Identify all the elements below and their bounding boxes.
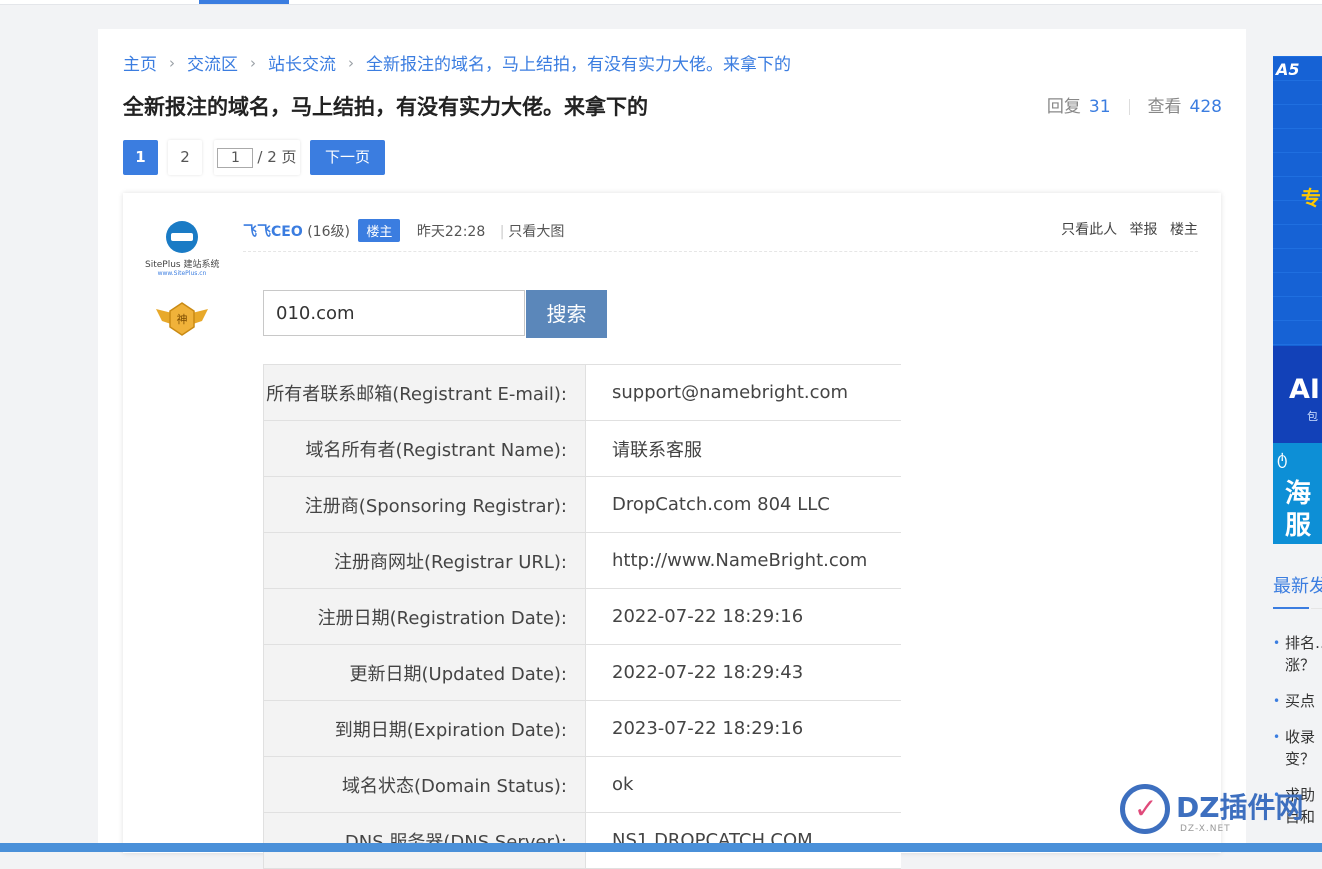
logo-sub: www.SitePlus.cn	[157, 270, 207, 277]
whois-key: 注册商(Sponsoring Registrar):	[263, 476, 586, 533]
list-item-line: 排名…	[1285, 634, 1322, 652]
page-2-button[interactable]: 2	[168, 140, 202, 175]
chevron-right-icon: ›	[169, 53, 175, 72]
list-item-line: 买点	[1285, 692, 1316, 710]
view-count: 428	[1189, 97, 1222, 117]
report-link[interactable]: 举报	[1130, 222, 1158, 238]
list-item[interactable]: 收录变？	[1273, 726, 1322, 770]
page-1-button[interactable]: 1	[123, 140, 158, 175]
watermark-text: DZ插件网	[1176, 791, 1304, 824]
ad1-text: 专	[1301, 186, 1321, 210]
next-page-button[interactable]: 下一页	[310, 140, 385, 175]
breadcrumb: 主页 › 交流区 › 站长交流 › 全新报注的域名，马上结拍，有没有实力大佬。来拿下的	[123, 50, 791, 76]
thread-title: 全新报注的域名，马上结拍，有没有实力大佬。来拿下的	[123, 95, 648, 119]
ad2-text: AI	[1289, 374, 1320, 405]
title-underline	[1273, 607, 1309, 609]
reply-label: 回复	[1046, 97, 1081, 117]
whois-row: 更新日期(Updated Date): 2022-07-22 18:29:43	[263, 644, 901, 701]
watermark: ✓ DZ插件网 DZ-X.NET	[1120, 784, 1320, 844]
only-this-user-link[interactable]: 只看此人	[1061, 222, 1117, 238]
medal-badge-icon: 神	[156, 302, 208, 336]
author-name[interactable]: 飞飞CEO	[243, 224, 303, 240]
title-rule	[1311, 608, 1322, 609]
divider: |	[499, 224, 505, 240]
check-icon: ✓	[1134, 792, 1158, 825]
post-header: 飞飞CEO (16级) 楼主 昨天22:28 | 只看大图 只看此人 举报 楼主	[243, 219, 1198, 252]
active-nav-indicator	[199, 0, 289, 4]
whois-key: 注册商网址(Registrar URL):	[263, 532, 586, 589]
whois-value: http://www.NameBright.com	[585, 532, 901, 589]
breadcrumb-forum[interactable]: 站长交流	[268, 55, 336, 75]
whois-row: 注册日期(Registration Date): 2022-07-22 18:29…	[263, 588, 901, 645]
view-label: 查看	[1147, 97, 1182, 117]
list-item-line: 收录	[1285, 728, 1316, 746]
avatar[interactable]: SitePlus 建站系统 www.SitePlus.cn	[145, 221, 219, 283]
latest-posts-title: 最新发	[1273, 576, 1322, 597]
ad2-sub: 包	[1307, 410, 1318, 423]
list-item-line: 涨？	[1285, 656, 1316, 674]
siteplus-logo-icon	[166, 221, 198, 253]
whois-row: DNS 服务器(DNS Server): NS1.DROPCATCH.COM	[263, 812, 901, 869]
whois-key: DNS 服务器(DNS Server):	[263, 812, 586, 869]
post: SitePlus 建站系统 www.SitePlus.cn 神 飞飞CEO (1…	[123, 193, 1221, 869]
whois-row: 注册商(Sponsoring Registrar): DropCatch.com …	[263, 476, 901, 533]
page-jump: 1/ 2 页	[214, 140, 300, 175]
op-badge: 楼主	[358, 219, 401, 242]
whois-key: 所有者联系邮箱(Registrant E-mail):	[263, 364, 586, 421]
post-actions: 只看此人 举报 楼主	[1053, 219, 1198, 239]
page-total: / 2 页	[257, 148, 297, 166]
list-item[interactable]: 买点	[1273, 690, 1322, 712]
author-level: (16级)	[307, 224, 350, 240]
chevron-right-icon: ›	[250, 53, 256, 72]
whois-value: NS1.DROPCATCH.COM	[585, 812, 901, 869]
whois-key: 域名状态(Domain Status):	[263, 756, 586, 813]
taskbar	[0, 843, 1322, 852]
whois-search: 010.com 搜索	[263, 290, 607, 338]
brand-icon: ტ	[1277, 449, 1288, 468]
whois-value: 2022-07-22 18:29:43	[585, 644, 901, 701]
a5-logo: A5	[1276, 60, 1300, 79]
ad3-text-2: 服	[1285, 511, 1312, 541]
whois-domain-input[interactable]: 010.com	[263, 290, 525, 336]
ad-banner-overseas[interactable]: ტ 海 服	[1273, 443, 1322, 544]
page-jump-input[interactable]: 1	[217, 147, 254, 168]
whois-value: support@namebright.com	[585, 364, 901, 421]
top-nav-bar	[0, 0, 1322, 5]
floor-label: 楼主	[1170, 222, 1198, 238]
whois-value: DropCatch.com 804 LLC	[585, 476, 901, 533]
whois-search-button[interactable]: 搜索	[526, 290, 607, 338]
stats-divider	[1128, 99, 1130, 115]
whois-row: 所有者联系邮箱(Registrant E-mail): support@nameb…	[263, 364, 901, 421]
whois-row: 域名状态(Domain Status): ok	[263, 756, 901, 813]
whois-value: 2022-07-22 18:29:16	[585, 588, 901, 645]
whois-key: 更新日期(Updated Date):	[263, 644, 586, 701]
whois-value: 2023-07-22 18:29:16	[585, 700, 901, 757]
ad-banner-ai[interactable]: AI 包	[1273, 346, 1322, 443]
post-time: 昨天22:28	[416, 224, 486, 240]
whois-key: 到期日期(Expiration Date):	[263, 700, 586, 757]
whois-value: ok	[585, 756, 901, 813]
whois-key: 注册日期(Registration Date):	[263, 588, 586, 645]
ad-banner-a5[interactable]: A5 专	[1273, 56, 1322, 346]
thread-stats: 回复 31 查看 428	[1047, 92, 1222, 117]
whois-table: 所有者联系邮箱(Registrant E-mail): support@nameb…	[263, 364, 901, 869]
breadcrumb-home[interactable]: 主页	[123, 55, 157, 75]
medal-char: 神	[177, 312, 188, 326]
whois-row: 到期日期(Expiration Date): 2023-07-22 18:29:1…	[263, 700, 901, 757]
watermark-sub: DZ-X.NET	[1180, 824, 1231, 834]
chevron-right-icon: ›	[348, 53, 354, 72]
list-item[interactable]: 排名… 涨？	[1273, 632, 1322, 676]
breadcrumb-thread[interactable]: 全新报注的域名，马上结拍，有没有实力大佬。来拿下的	[366, 55, 791, 75]
list-item-line: 变？	[1285, 750, 1316, 768]
view-image-link[interactable]: 只看大图	[508, 224, 564, 240]
whois-value: 请联系客服	[585, 420, 901, 477]
logo-text: SitePlus 建站系统	[145, 260, 220, 270]
reply-count: 31	[1088, 97, 1111, 117]
breadcrumb-forum-area[interactable]: 交流区	[187, 55, 238, 75]
sidebar: A5 专 AI 包 ტ 海 服 最新发 排名…涨？ 买点 收录变？ 求助目和	[1273, 56, 1322, 852]
whois-row: 域名所有者(Registrant Name): 请联系客服	[263, 420, 901, 477]
whois-row: 注册商网址(Registrar URL): http://www.NameBrig…	[263, 532, 901, 589]
whois-key: 域名所有者(Registrant Name):	[263, 420, 586, 477]
